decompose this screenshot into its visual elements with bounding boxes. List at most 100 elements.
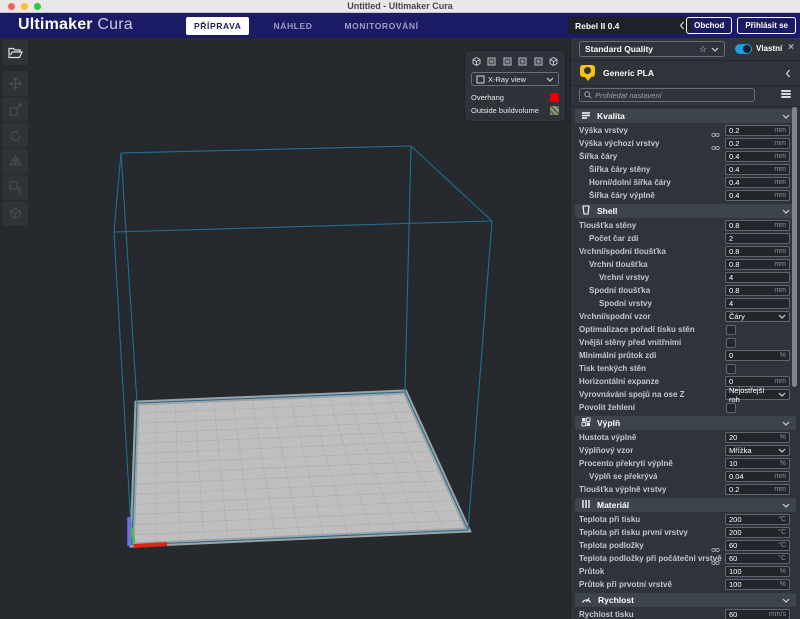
setting-checkbox[interactable] (726, 364, 736, 374)
setting-value-field[interactable]: 60°C (725, 540, 790, 551)
setting-unit: mm (774, 486, 786, 493)
setting-value: 4 (729, 273, 786, 282)
setting-row: Tloušťka výplně vrstvy 0.2mm (571, 483, 800, 496)
view-3d-button[interactable] (471, 56, 482, 67)
setting-value-field[interactable]: 0.8mm (725, 285, 790, 296)
setting-value-field[interactable]: 20% (725, 432, 790, 443)
setting-label: Rychlost tisku (571, 610, 634, 619)
stage-tab-1[interactable]: NÁHLED (265, 17, 320, 35)
setting-row: Výška vrstvy0.2mm (571, 124, 800, 137)
custom-settings-toggle[interactable] (735, 44, 752, 54)
per-model-settings-tool-button[interactable] (2, 175, 28, 200)
close-icon[interactable]: × (788, 42, 794, 53)
setting-checkbox[interactable] (726, 325, 736, 335)
view-right-button[interactable] (533, 56, 544, 67)
setting-row: Vrchní vrstvy4 (571, 271, 800, 284)
setting-row: Procento překrytí výplně10% (571, 457, 800, 470)
printer-name: Rebel II 0.4 (575, 21, 679, 31)
scale-tool-button[interactable] (2, 97, 28, 122)
setting-dropdown[interactable]: Čáry (725, 311, 790, 322)
setting-row: Počet čar zdi2 (571, 232, 800, 245)
setting-checkbox[interactable] (726, 338, 736, 348)
printer-selector[interactable]: Rebel II 0.4 (568, 17, 692, 34)
tool-toolbar (2, 40, 29, 227)
setting-value-field[interactable]: 0.4mm (725, 177, 790, 188)
setting-value-field[interactable]: 0.8mm (725, 220, 790, 231)
view-isometric-button[interactable] (548, 56, 559, 67)
setting-value-field[interactable]: 0.8mm (725, 259, 790, 270)
setting-row: Průtok100% (571, 565, 800, 578)
setting-row: Horní/dolní šířka čáry0.4mm (571, 176, 800, 189)
setting-dropdown[interactable]: Mřížka (725, 445, 790, 456)
setting-value-field[interactable]: 0.2mm (725, 138, 790, 149)
setting-value: 0.8 (729, 221, 774, 230)
setting-value-field[interactable]: 2 (725, 233, 790, 244)
stage-tab-2[interactable]: MONITOROVÁNÍ (336, 17, 426, 35)
setting-unit: °C (778, 516, 786, 523)
view-mode-dropdown[interactable]: X-Ray view (471, 72, 559, 86)
view-top-button[interactable] (502, 56, 513, 67)
setting-value-field[interactable]: 100% (725, 579, 790, 590)
setting-dropdown[interactable]: Nejostřejší roh (725, 389, 790, 400)
search-icon (584, 91, 592, 99)
profile-dropdown[interactable]: Standard Quality ☆ (579, 41, 725, 57)
setting-value-field[interactable]: 4 (725, 298, 790, 309)
setting-value-field[interactable]: 0.4mm (725, 151, 790, 162)
speed-icon (581, 591, 592, 609)
setting-checkbox[interactable] (726, 403, 736, 413)
setting-value-field[interactable]: 0.8mm (725, 246, 790, 257)
move-tool-button[interactable] (2, 71, 28, 96)
setting-label: Vrchní/spodní vzor (571, 312, 651, 321)
setting-value-field[interactable]: 200°C (725, 527, 790, 538)
setting-value: 0.4 (729, 191, 774, 200)
section-header-vpl[interactable]: Výplň (575, 416, 796, 430)
setting-value-field[interactable]: 0.04mm (725, 471, 790, 482)
setting-unit: % (780, 568, 786, 575)
setting-value-field[interactable]: 0.4mm (725, 190, 790, 201)
setting-value-field[interactable]: 100% (725, 566, 790, 577)
setting-value-field[interactable]: 200°C (725, 514, 790, 525)
settings-visibility-menu-icon[interactable] (781, 90, 791, 100)
setting-row: Šířka čáry stěny0.4mm (571, 163, 800, 176)
open-file-button[interactable] (2, 40, 28, 65)
setting-value-field[interactable]: 0% (725, 350, 790, 361)
star-icon[interactable]: ☆ (699, 45, 707, 54)
profile-name: Standard Quality (585, 44, 695, 54)
setting-label: Teplota podložky (571, 541, 644, 550)
setting-label: Tloušťka výplně vrstvy (571, 485, 666, 494)
section-header-materil[interactable]: Materiál (575, 498, 796, 512)
legend-item-0: Overhang (471, 91, 559, 104)
app-header: Ultimaker Cura PŘÍPRAVANÁHLEDMONITOROVÁN… (0, 13, 800, 38)
setting-unit: mm (774, 179, 786, 186)
view-left-button[interactable] (517, 56, 528, 67)
setting-value: 0.2 (729, 139, 774, 148)
setting-row: Šířka čáry0.4mm (571, 150, 800, 163)
section-header-shell[interactable]: Shell (575, 204, 796, 218)
mirror-tool-button[interactable] (2, 149, 28, 174)
setting-value-field[interactable]: 0.4mm (725, 164, 790, 175)
setting-unit: % (780, 581, 786, 588)
legend-label: Outside buildvolume (471, 106, 550, 115)
view-mode-label: X-Ray view (488, 75, 543, 84)
stage-tab-0[interactable]: PŘÍPRAVA (186, 17, 249, 35)
setting-row: Povolit žehlení (571, 401, 800, 414)
material-selector[interactable]: Generic PLA (571, 61, 800, 85)
setting-value-field[interactable]: 0.2mm (725, 484, 790, 495)
setting-value-field[interactable]: 4 (725, 272, 790, 283)
setting-value-field[interactable]: 60°C (725, 553, 790, 564)
setting-value-field[interactable]: 60mm/s (725, 609, 790, 619)
rotate-tool-button[interactable] (2, 123, 28, 148)
setting-value: Čáry (729, 312, 776, 321)
section-header-kvalita[interactable]: Kvalita (575, 109, 796, 123)
setting-value-field[interactable]: 0.2mm (725, 125, 790, 136)
setting-value-field[interactable]: 10% (725, 458, 790, 469)
viewport-3d[interactable]: X-Ray view Overhang Outside buildvolume (0, 38, 570, 619)
scrollbar-thumb[interactable] (792, 107, 797, 387)
view-front-button[interactable] (486, 56, 497, 67)
marketplace-button[interactable]: Obchod (686, 17, 732, 34)
support-blocker-tool-button[interactable] (2, 201, 28, 226)
setting-value: 20 (729, 433, 780, 442)
section-header-rychlost[interactable]: Rychlost (575, 593, 796, 607)
signin-button[interactable]: Přihlásit se (737, 17, 796, 34)
settings-search-input[interactable]: Prohledat nastavení (579, 88, 755, 102)
